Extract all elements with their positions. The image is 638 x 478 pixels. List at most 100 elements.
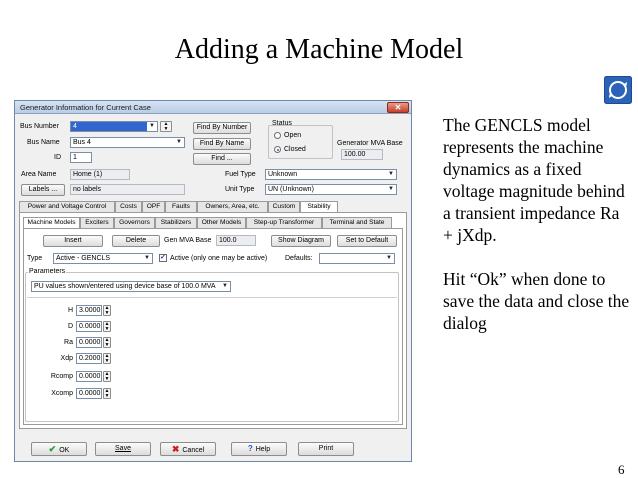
find-by-number-button[interactable]: Find By Number <box>193 122 251 134</box>
ok-button[interactable]: ✔ OK <box>31 442 87 456</box>
type-label: Type <box>27 255 43 262</box>
bus-name-field[interactable]: Bus 4 ▼ <box>70 137 185 148</box>
status-closed-label: Closed <box>284 146 306 153</box>
tab-exciters[interactable]: Exciters <box>80 217 114 228</box>
status-group <box>268 125 333 159</box>
status-open-radio[interactable] <box>274 132 281 139</box>
param-xdp-spinner[interactable]: ▲ ▼ <box>103 353 111 364</box>
param-h-input[interactable]: 3.0000 <box>76 305 102 316</box>
help-button[interactable]: ? Help <box>231 442 287 456</box>
pu-values-value: PU values shown/entered using device bas… <box>34 283 216 290</box>
tab-power-voltage-control[interactable]: Power and Voltage Control <box>19 201 115 212</box>
bus-number-field[interactable]: 4 ▼ <box>70 121 158 132</box>
bus-name-label: Bus Name <box>27 139 60 146</box>
dialog-titlebar[interactable]: Generator Information for Current Case ✕ <box>15 101 411 114</box>
chevron-down-icon[interactable]: ▼ <box>142 254 152 263</box>
unit-type-field[interactable]: UN (Unknown) ▼ <box>265 184 397 195</box>
save-button[interactable]: Save <box>95 442 151 456</box>
main-tabs: Power and Voltage Control Costs OPF Faul… <box>19 201 409 213</box>
param-h-spinner[interactable]: ▲ ▼ <box>103 305 111 316</box>
print-button[interactable]: Print <box>298 442 354 456</box>
cancel-label: Cancel <box>182 447 205 454</box>
param-xcomp-spinner[interactable]: ▲ ▼ <box>103 388 111 399</box>
area-name-label: Area Name <box>21 171 57 178</box>
insert-button[interactable]: Insert <box>43 235 103 247</box>
pu-values-field[interactable]: PU values shown/entered using device bas… <box>31 281 231 292</box>
unit-type-label: Unit Type <box>225 186 255 193</box>
chevron-down-icon[interactable]: ▼ <box>386 170 396 179</box>
body-paragraph-2: Hit “Ok” when done to save the data and … <box>443 269 630 333</box>
slide-body: The GENCLS model represents the machine … <box>443 114 633 356</box>
fuel-type-label: Fuel Type <box>225 171 256 178</box>
dialog-title: Generator Information for Current Case <box>20 103 151 112</box>
labels-button[interactable]: Labels ... <box>21 184 65 196</box>
param-rcomp-spinner[interactable]: ▲ ▼ <box>103 371 111 382</box>
param-d-spinner[interactable]: ▲ ▼ <box>103 321 111 332</box>
tab-owners-area[interactable]: Owners, Area, etc. <box>197 201 268 212</box>
param-xcomp-input[interactable]: 0.0000 <box>76 388 102 399</box>
param-xdp-label: Xdp <box>60 355 73 362</box>
chevron-down-icon[interactable]: ▼ <box>220 282 230 291</box>
id-label: ID <box>54 154 61 161</box>
param-rcomp-label: Rcomp <box>50 373 73 380</box>
show-diagram-button[interactable]: Show Diagram <box>271 235 331 247</box>
model-type-value: Active - GENCLS <box>56 255 111 262</box>
param-xcomp-label: Xcomp <box>51 390 73 397</box>
defaults-field[interactable]: ▼ <box>319 253 395 264</box>
slide-title: Adding a Machine Model <box>174 34 464 65</box>
area-name-field: Home (1) <box>70 169 130 180</box>
circular-arrows-icon <box>604 76 632 104</box>
chevron-down-icon[interactable]: ▼ <box>384 254 394 263</box>
param-d-label: D <box>67 323 73 330</box>
tab-step-up-transformer[interactable]: Step-up Transformer <box>246 217 322 228</box>
save-label: Save <box>115 445 131 452</box>
active-checkbox-label: Active (only one may be active) <box>170 255 268 262</box>
chevron-down-icon[interactable]: ▼ <box>174 138 184 147</box>
tab-terminal-and-state[interactable]: Terminal and State <box>322 217 392 228</box>
fuel-type-field[interactable]: Unknown ▼ <box>265 169 397 180</box>
tab-opf[interactable]: OPF <box>142 201 165 212</box>
param-ra-label: Ra <box>64 339 73 346</box>
sub-tabs: Machine Models Exciters Governors Stabil… <box>23 217 403 229</box>
active-checkbox[interactable]: ✓ <box>159 254 167 262</box>
ok-label: OK <box>59 447 70 454</box>
cancel-x-icon: ✖ <box>171 444 180 454</box>
defaults-label: Defaults: <box>285 255 313 262</box>
set-to-default-button[interactable]: Set to Default <box>337 235 397 247</box>
param-ra-spinner[interactable]: ▲ ▼ <box>103 337 111 348</box>
delete-button[interactable]: Delete <box>112 235 160 247</box>
mva-base-label: Generator MVA Base <box>337 140 403 147</box>
unit-type-value: UN (Unknown) <box>268 186 314 193</box>
tab-costs[interactable]: Costs <box>115 201 142 212</box>
param-h-label: H <box>67 307 73 314</box>
check-icon: ✔ <box>48 444 57 454</box>
tab-faults[interactable]: Faults <box>165 201 197 212</box>
tab-other-models[interactable]: Other Models <box>197 217 246 228</box>
gen-mva-base-field: 100.0 <box>216 235 256 246</box>
cancel-button[interactable]: ✖ Cancel <box>160 442 216 456</box>
bus-number-label: Bus Number <box>20 123 59 130</box>
param-ra-input[interactable]: 0.0000 <box>76 337 102 348</box>
bus-number-spinner[interactable]: ▲ ▼ <box>160 121 172 132</box>
close-icon[interactable]: ✕ <box>387 102 409 113</box>
param-xdp-input[interactable]: 0.2000 <box>76 353 102 364</box>
find-button[interactable]: Find ... <box>193 153 251 165</box>
bus-name-value: Bus 4 <box>73 139 91 146</box>
tab-stabilizers[interactable]: Stabilizers <box>155 217 197 228</box>
chevron-down-icon[interactable]: ▼ <box>386 185 396 194</box>
help-label: Help <box>255 446 271 453</box>
model-type-field[interactable]: Active - GENCLS ▼ <box>53 253 153 264</box>
help-icon: ? <box>247 444 253 453</box>
tab-custom[interactable]: Custom <box>268 201 300 212</box>
tab-governors[interactable]: Governors <box>114 217 155 228</box>
status-closed-radio[interactable] <box>274 146 281 153</box>
find-by-name-button[interactable]: Find By Name <box>193 138 251 150</box>
id-field[interactable]: 1 <box>70 152 92 163</box>
param-rcomp-input[interactable]: 0.0000 <box>76 371 102 382</box>
parameters-divider <box>27 297 397 298</box>
param-d-input[interactable]: 0.0000 <box>76 321 102 332</box>
body-paragraph-1: The GENCLS model represents the machine … <box>443 115 625 245</box>
status-open-label: Open <box>284 132 302 139</box>
bus-number-value: 4 <box>73 123 77 130</box>
chevron-down-icon[interactable]: ▼ <box>147 122 157 131</box>
